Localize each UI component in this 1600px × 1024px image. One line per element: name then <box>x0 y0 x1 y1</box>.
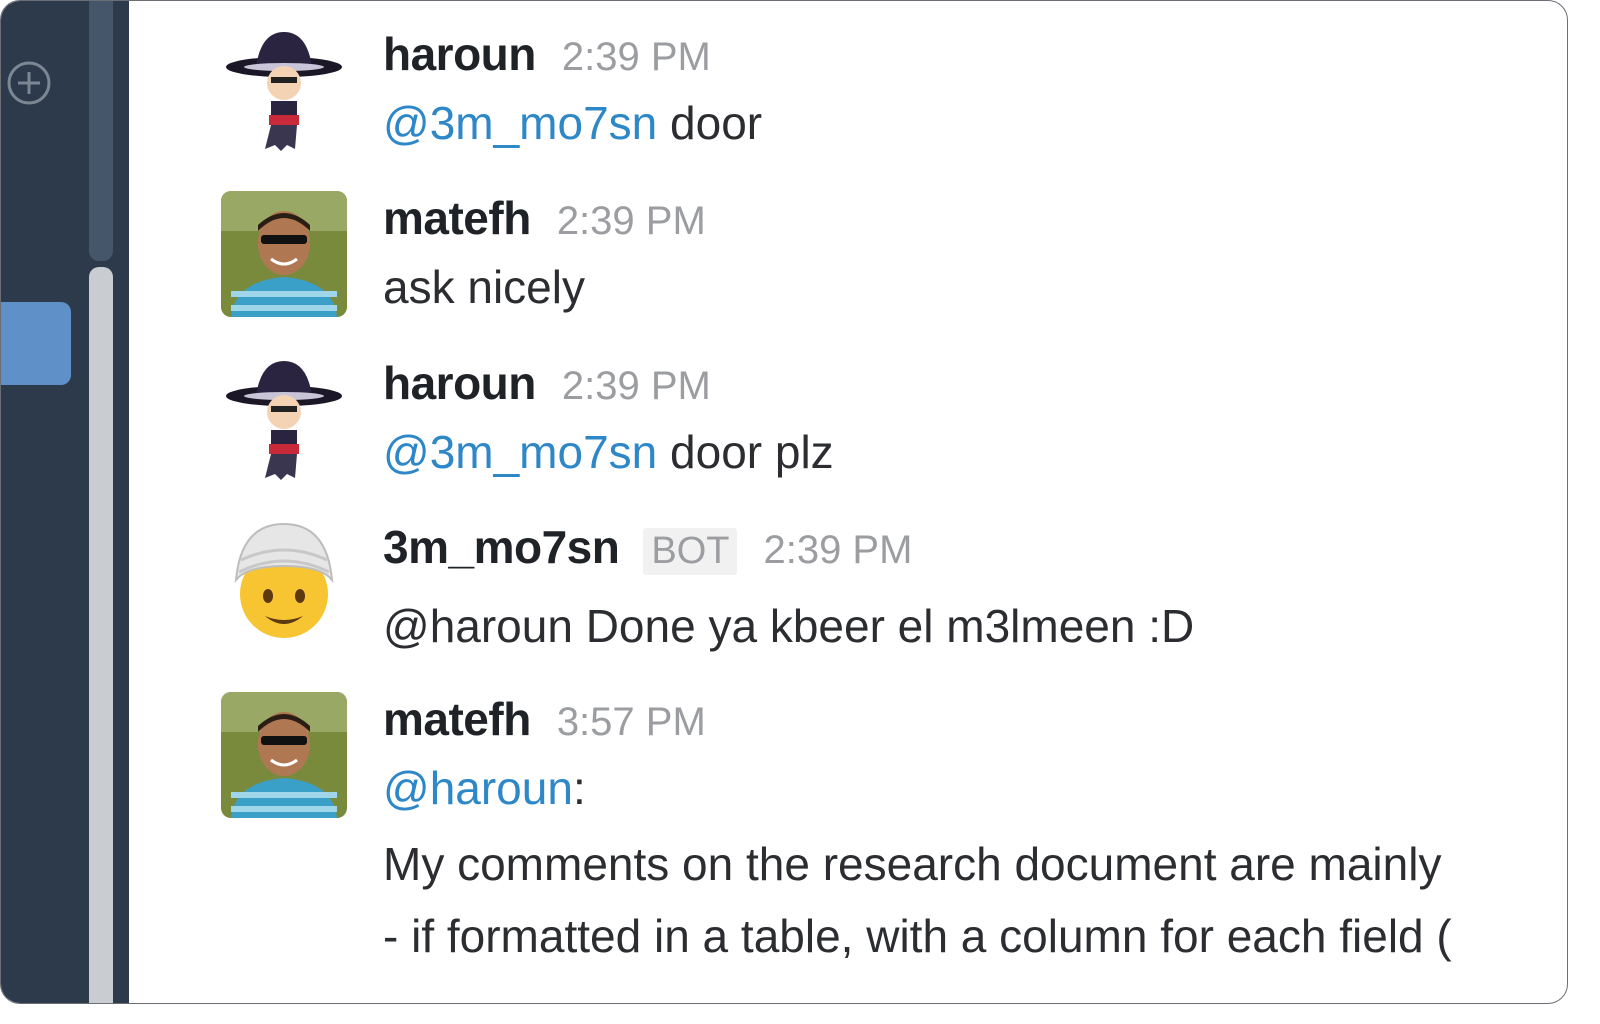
message-text: @3m_mo7sn door plz <box>383 416 834 488</box>
matefh-avatar[interactable] <box>221 692 347 818</box>
message-text-content: door plz <box>657 426 834 478</box>
user-mention[interactable]: @3m_mo7sn <box>383 97 657 149</box>
message-text: @haroun Done ya kbeer el m3lmeen :D <box>383 600 1195 652</box>
message-text-content: door <box>657 97 763 149</box>
message-text: @3m_mo7sn door <box>383 87 762 159</box>
bot-badge: BOT <box>643 528 738 575</box>
message-text-line: - if formatted in a table, with a column… <box>383 910 1452 962</box>
message-timestamp[interactable]: 2:39 PM <box>562 364 711 409</box>
message-author[interactable]: haroun <box>383 27 536 81</box>
message-text-content: : <box>572 762 586 814</box>
message-author[interactable]: matefh <box>383 692 531 746</box>
turban-emoji-avatar[interactable] <box>221 520 347 646</box>
message-author[interactable]: matefh <box>383 191 531 245</box>
haroun-avatar[interactable] <box>221 356 347 482</box>
haroun-avatar[interactable] <box>221 27 347 153</box>
message-author[interactable]: 3m_mo7sn <box>383 520 620 574</box>
message-author[interactable]: haroun <box>383 356 536 410</box>
scrollbar[interactable] <box>87 1 129 1003</box>
message-list: haroun 2:39 PM @3m_mo7sn door matefh 2:3… <box>129 1 1567 1003</box>
scrollbar-track <box>89 1 113 261</box>
message-timestamp[interactable]: 3:57 PM <box>557 700 706 745</box>
message-timestamp[interactable]: 2:39 PM <box>763 528 912 573</box>
matefh-avatar[interactable] <box>221 191 347 317</box>
message-timestamp[interactable]: 2:39 PM <box>562 35 711 80</box>
message-text: ask nicely <box>383 261 585 313</box>
scrollbar-thumb[interactable] <box>89 267 113 1003</box>
message-text-line: My comments on the research document are… <box>383 838 1442 890</box>
message-timestamp[interactable]: 2:39 PM <box>557 199 706 244</box>
message-text: @haroun: <box>383 752 1452 824</box>
plus-circle-icon[interactable] <box>5 59 53 107</box>
user-mention[interactable]: @3m_mo7sn <box>383 426 657 478</box>
sidebar-active-item[interactable] <box>1 302 71 385</box>
sidebar <box>1 1 87 1003</box>
user-mention[interactable]: @haroun <box>383 762 573 814</box>
app-window: haroun 2:39 PM @3m_mo7sn door matefh 2:3… <box>0 0 1568 1004</box>
